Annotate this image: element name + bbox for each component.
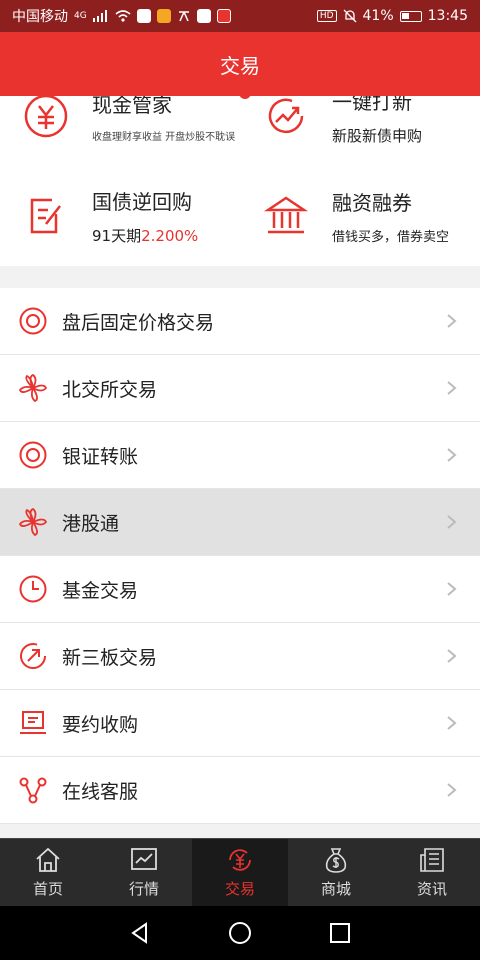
system-nav-bar [0,906,480,960]
notification-app-icon [156,9,171,23]
grid-item-reverse-repo[interactable]: 国债逆回购 91天期2.200% [0,166,240,266]
bauhinia-icon [18,373,48,403]
grid-item-title: 融资融券 [332,191,412,215]
grid-item-cash-manager[interactable]: 现金管家 收盘理财享收益 开盘炒股不耽误 [0,96,252,166]
news-icon [420,848,444,872]
home-circle-icon[interactable] [228,921,252,945]
chevron-right-icon [447,783,457,797]
chevron-right-icon [447,582,457,596]
bottom-nav: 首页 行情 交易 商城 资讯 [0,838,480,906]
stock-app-icon [216,9,231,23]
arrow-circle-icon [20,643,46,670]
status-bar: 中国移动 4G HD 41% 13:45 [0,0,480,32]
menu-item-label: 北交所交易 [62,378,158,401]
chevron-right-icon [447,314,457,328]
nav-trade[interactable]: 交易 [192,839,288,906]
yen-cycle-icon [229,849,251,871]
chart-icon [131,848,157,870]
menu-item-label: 要约收购 [62,713,139,736]
laptop-icon [20,711,46,734]
grid-item-title: 一键打新 [332,96,412,114]
menu-item-label: 新三板交易 [62,646,158,669]
page-title: 交易 [220,53,260,78]
trade-menu-list: 盘后固定价格交易 北交所交易 银证转账 港股通 基金交易 新三板交易 要约收购 … [0,288,480,824]
nav-home[interactable]: 首页 [0,839,96,906]
nav-label: 资讯 [416,880,447,898]
bauhinia-icon [18,507,48,537]
nav-news[interactable]: 资讯 [384,839,480,906]
grid-item-title: 现金管家 [92,96,172,117]
chevron-right-icon [447,448,457,462]
at-circle-icon [19,307,47,335]
quick-services-grid: 现金管家 收盘理财享收益 开盘炒股不耽误 一键打新 新股新债申购 国债逆回购 9… [0,96,480,266]
menu-item-label: 在线客服 [62,780,139,803]
chat-app-icon [136,9,151,23]
menu-item-label: 基金交易 [62,579,139,602]
repo-rate: 2.200% [141,227,199,245]
home-icon [36,847,60,872]
growth-chart-icon [268,98,304,134]
nav-market[interactable]: 行情 [96,839,192,906]
main-content[interactable]: 现金管家 收盘理财享收益 开盘炒股不耽误 一键打新 新股新债申购 国债逆回购 9… [0,96,480,838]
battery-icon [399,10,422,22]
network-label: 4G [74,11,87,21]
edit-document-icon [30,198,61,234]
menu-item-bank-transfer[interactable]: 银证转账 [0,422,480,489]
battery-percent: 41% [362,8,394,24]
nav-label: 交易 [224,880,255,898]
menu-item-after-hours[interactable]: 盘后固定价格交易 [0,288,480,355]
recents-square-icon[interactable] [328,921,352,945]
nav-mall[interactable]: 商城 [288,839,384,906]
menu-item-online-service[interactable]: 在线客服 [0,757,480,824]
chevron-right-icon [447,716,457,730]
grid-item-subtitle: 收盘理财享收益 开盘炒股不耽误 [92,132,236,143]
grid-item-margin-trading[interactable]: 融资融券 借钱买多，借券卖空 [240,166,480,266]
money-bag-icon [325,848,347,873]
menu-item-bse[interactable]: 北交所交易 [0,355,480,422]
bank-building-icon [263,196,309,234]
carrier-label: 中国移动 [12,9,68,25]
menu-item-hk-connect[interactable]: 港股通 [0,489,480,556]
mute-icon [343,9,356,23]
translate-icon [178,11,189,22]
repo-term: 91天期 [92,227,142,245]
at-circle-icon [19,441,47,469]
menu-item-label: 盘后固定价格交易 [62,311,215,334]
nav-label: 行情 [128,880,159,898]
menu-item-tender-offer[interactable]: 要约收购 [0,690,480,757]
clock-time: 13:45 [427,8,468,24]
signal-icon [92,10,107,22]
chevron-right-icon [447,381,457,395]
hd-badge: HD [316,10,337,22]
title-bar: 交易 [0,32,480,96]
back-triangle-icon[interactable] [128,921,152,945]
clock-icon [19,575,47,603]
grid-item-subtitle: 新股新债申购 [332,127,423,145]
menu-item-neeq[interactable]: 新三板交易 [0,623,480,690]
yen-circle-icon [24,96,68,138]
menu-item-label: 港股通 [62,512,120,535]
grid-item-subtitle: 借钱买多，借券卖空 [332,230,450,245]
menu-item-fund-trading[interactable]: 基金交易 [0,556,480,623]
share-nodes-icon [19,777,47,804]
wifi-icon [115,10,131,22]
menu-item-label: 银证转账 [62,445,139,468]
chevron-right-icon [447,649,457,663]
grid-item-title: 国债逆回购 [92,190,192,214]
map-app-icon [196,9,211,23]
nav-label: 商城 [320,880,351,898]
chevron-right-icon [447,515,457,529]
nav-label: 首页 [32,880,63,898]
grid-item-ipo[interactable]: 一键打新 新股新债申购 [240,96,480,166]
